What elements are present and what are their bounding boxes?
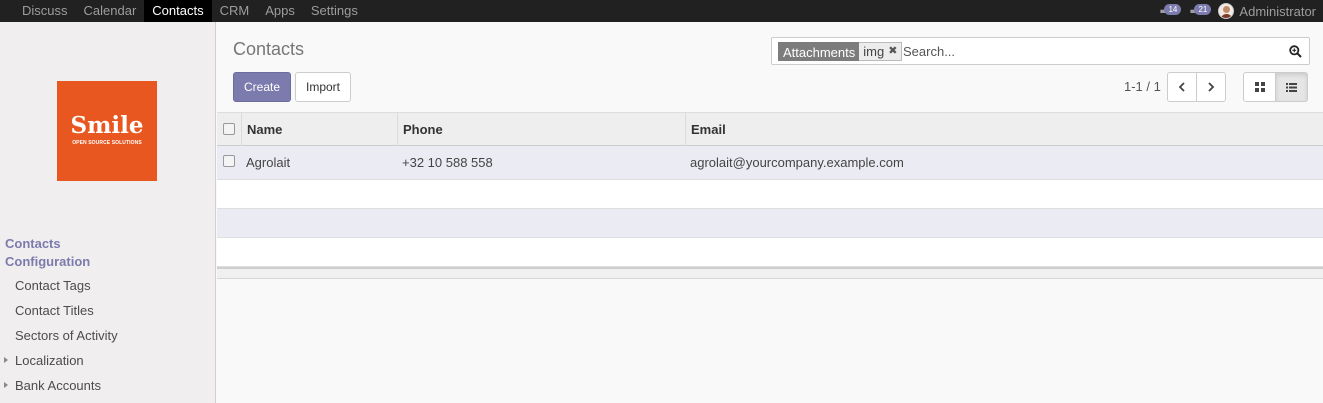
user-avatar[interactable] bbox=[1218, 3, 1235, 19]
remove-facet-icon[interactable]: ✖ bbox=[888, 42, 897, 61]
cell-phone: +32 10 588 558 bbox=[402, 155, 493, 170]
kanban-view-button[interactable] bbox=[1243, 72, 1276, 102]
search-input[interactable] bbox=[903, 42, 1273, 61]
chevron-left-icon bbox=[1178, 82, 1185, 92]
menu-item-discuss[interactable]: Discuss bbox=[14, 0, 76, 22]
page-title: Contacts bbox=[233, 39, 305, 59]
pager-previous-button[interactable] bbox=[1167, 72, 1197, 102]
magnifier-icon[interactable] bbox=[1289, 45, 1302, 58]
logo-tagline: OPEN SOURCE SOLUTIONS bbox=[72, 140, 142, 146]
kanban-view-icon bbox=[1254, 82, 1265, 92]
messages-count-badge: 21 bbox=[1194, 4, 1212, 15]
main-navbar: Discuss Calendar Contacts CRM Apps Setti… bbox=[0, 0, 1323, 22]
sidebar-section-contacts[interactable]: Contacts bbox=[5, 236, 61, 252]
list-footer bbox=[217, 267, 1323, 279]
pager-value[interactable]: 1-1 / 1 bbox=[1124, 79, 1161, 95]
caret-right-icon bbox=[4, 382, 8, 388]
facet-category: Attachments bbox=[778, 42, 860, 61]
column-header-name[interactable]: Name bbox=[247, 113, 282, 146]
table-row[interactable]: Agrolait +32 10 588 558 agrolait@yourcom… bbox=[217, 146, 1323, 180]
column-divider bbox=[397, 113, 398, 146]
import-button[interactable]: Import bbox=[295, 72, 351, 102]
search-facet[interactable]: Attachments img ✖ bbox=[778, 42, 903, 61]
column-divider bbox=[241, 113, 242, 146]
activity-count-badge: 14 bbox=[1164, 4, 1182, 15]
cell-email: agrolait@yourcompany.example.com bbox=[690, 155, 904, 170]
sidebar-item-contact-titles[interactable]: Contact Titles bbox=[15, 303, 94, 319]
messages-button[interactable]: ▬ 21 bbox=[1188, 0, 1212, 22]
list-view-button[interactable] bbox=[1275, 72, 1308, 102]
sidebar-item-localization[interactable]: Localization bbox=[15, 353, 84, 369]
menu-item-calendar[interactable]: Calendar bbox=[76, 0, 145, 22]
select-all-checkbox[interactable] bbox=[223, 123, 235, 135]
menu-item-crm[interactable]: CRM bbox=[212, 0, 258, 22]
sidebar-item-contact-tags[interactable]: Contact Tags bbox=[15, 278, 91, 294]
empty-row bbox=[217, 180, 1323, 209]
sidebar-item-bank-accounts[interactable]: Bank Accounts bbox=[15, 378, 101, 394]
empty-row bbox=[217, 238, 1323, 267]
logo-word: Smile bbox=[70, 112, 144, 139]
sidebar: Smile OPEN SOURCE SOLUTIONS Contacts Con… bbox=[0, 22, 216, 403]
menu-item-apps[interactable]: Apps bbox=[257, 0, 303, 22]
app-menu: Discuss Calendar Contacts CRM Apps Setti… bbox=[14, 0, 366, 22]
list-header: Name Phone Email bbox=[217, 112, 1323, 146]
row-select-checkbox[interactable] bbox=[223, 155, 235, 167]
pager-next-button[interactable] bbox=[1196, 72, 1226, 102]
facet-value: img bbox=[863, 44, 885, 59]
caret-right-icon bbox=[4, 357, 8, 363]
column-divider bbox=[685, 113, 686, 146]
chevron-right-icon bbox=[1208, 82, 1215, 92]
activity-button[interactable]: ▬ 14 bbox=[1158, 0, 1182, 22]
sidebar-section-configuration[interactable]: Configuration bbox=[5, 254, 90, 270]
column-header-phone[interactable]: Phone bbox=[403, 113, 443, 146]
systray: ▬ 14 ▬ 21 Administrator bbox=[1158, 0, 1316, 22]
empty-row bbox=[217, 209, 1323, 238]
user-menu-name[interactable]: Administrator bbox=[1239, 4, 1316, 19]
sidebar-item-sectors-of-activity[interactable]: Sectors of Activity bbox=[15, 328, 118, 344]
menu-item-contacts[interactable]: Contacts bbox=[144, 0, 212, 22]
menu-item-settings[interactable]: Settings bbox=[303, 0, 366, 22]
facet-value-wrap: img ✖ bbox=[859, 42, 903, 61]
list-view-icon bbox=[1286, 82, 1297, 92]
company-logo: Smile OPEN SOURCE SOLUTIONS bbox=[57, 81, 157, 181]
create-button[interactable]: Create bbox=[233, 72, 291, 102]
search-bar[interactable]: Attachments img ✖ bbox=[771, 37, 1310, 65]
cell-name: Agrolait bbox=[246, 155, 291, 170]
column-header-email[interactable]: Email bbox=[691, 113, 726, 146]
